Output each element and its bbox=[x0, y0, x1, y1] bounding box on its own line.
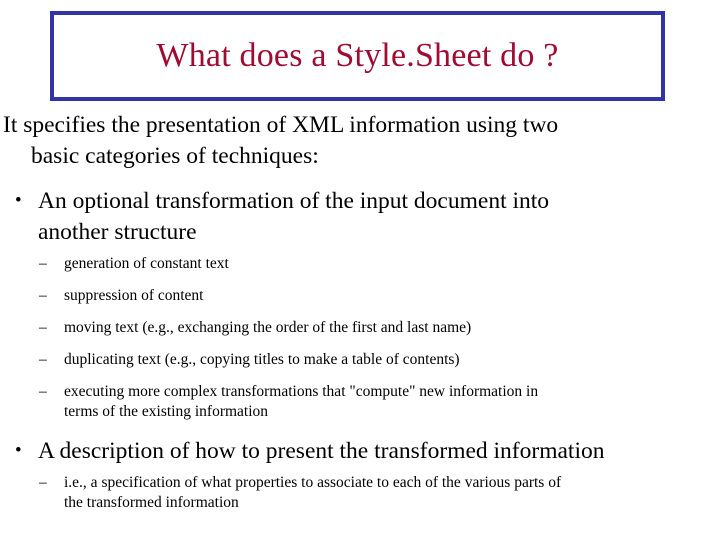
sub-item-1-4-text: duplicating text (e.g., copying titles t… bbox=[64, 351, 460, 369]
page-title: What does a Style.Sheet do ? bbox=[156, 37, 559, 75]
dash-marker-icon: – bbox=[39, 383, 47, 401]
bullet-1-line-2: another structure bbox=[38, 218, 197, 245]
sub-item-1-3: – moving text (e.g., exchanging the order… bbox=[0, 318, 720, 338]
bullet-marker-icon: • bbox=[15, 189, 22, 211]
sub-item-1-5-line-2: terms of the existing information bbox=[64, 402, 269, 420]
title-box: What does a Style.Sheet do ? bbox=[50, 11, 665, 101]
sub-item-1-5-line-1: executing more complex transformations t… bbox=[64, 383, 539, 401]
dash-marker-icon: – bbox=[39, 255, 47, 272]
sub-item-1-5: – executing more complex transformations … bbox=[0, 382, 720, 421]
intro-line-2: basic categories of techniques: bbox=[31, 143, 319, 170]
slide-body: It specifies the presentation of XML inf… bbox=[0, 110, 720, 512]
sub-item-1-4: – duplicating text (e.g., copying titles … bbox=[0, 350, 720, 370]
intro-paragraph: It specifies the presentation of XML inf… bbox=[0, 110, 720, 173]
dash-marker-icon: – bbox=[39, 319, 47, 337]
sub-item-2-1: – i.e., a specification of what propertie… bbox=[0, 473, 720, 512]
bullet-2-line-1: A description of how to present the tran… bbox=[38, 438, 605, 465]
dash-marker-icon: – bbox=[39, 287, 47, 305]
bullet-marker-icon: • bbox=[15, 440, 22, 462]
bullet-1-line-1: An optional transformation of the input … bbox=[38, 187, 550, 214]
dash-marker-icon: – bbox=[39, 474, 47, 492]
sub-item-2-1-line-2: the transformed information bbox=[64, 493, 239, 511]
sub-item-1-2-text: suppression of content bbox=[64, 287, 204, 305]
dash-marker-icon: – bbox=[39, 351, 47, 369]
slide-page: { "slide": { "title": "What does a Style… bbox=[0, 0, 720, 540]
sub-item-1-2: – suppression of content bbox=[0, 286, 720, 306]
intro-line-1: It specifies the presentation of XML inf… bbox=[3, 112, 559, 138]
sub-list-1: – generation of constant text – suppressio… bbox=[0, 254, 720, 421]
sub-item-1-1: – generation of constant text bbox=[0, 254, 720, 274]
sub-item-2-1-line-1: i.e., a specification of what properties… bbox=[64, 474, 562, 492]
sub-item-1-1-text: generation of constant text bbox=[64, 255, 229, 272]
bullet-item-1: • An optional transformation of the input… bbox=[0, 186, 720, 249]
bullet-item-2: • A description of how to present the tra… bbox=[0, 436, 720, 467]
sub-item-1-3-text: moving text (e.g., exchanging the order … bbox=[64, 319, 472, 337]
sub-list-2: – i.e., a specification of what propertie… bbox=[0, 473, 720, 512]
